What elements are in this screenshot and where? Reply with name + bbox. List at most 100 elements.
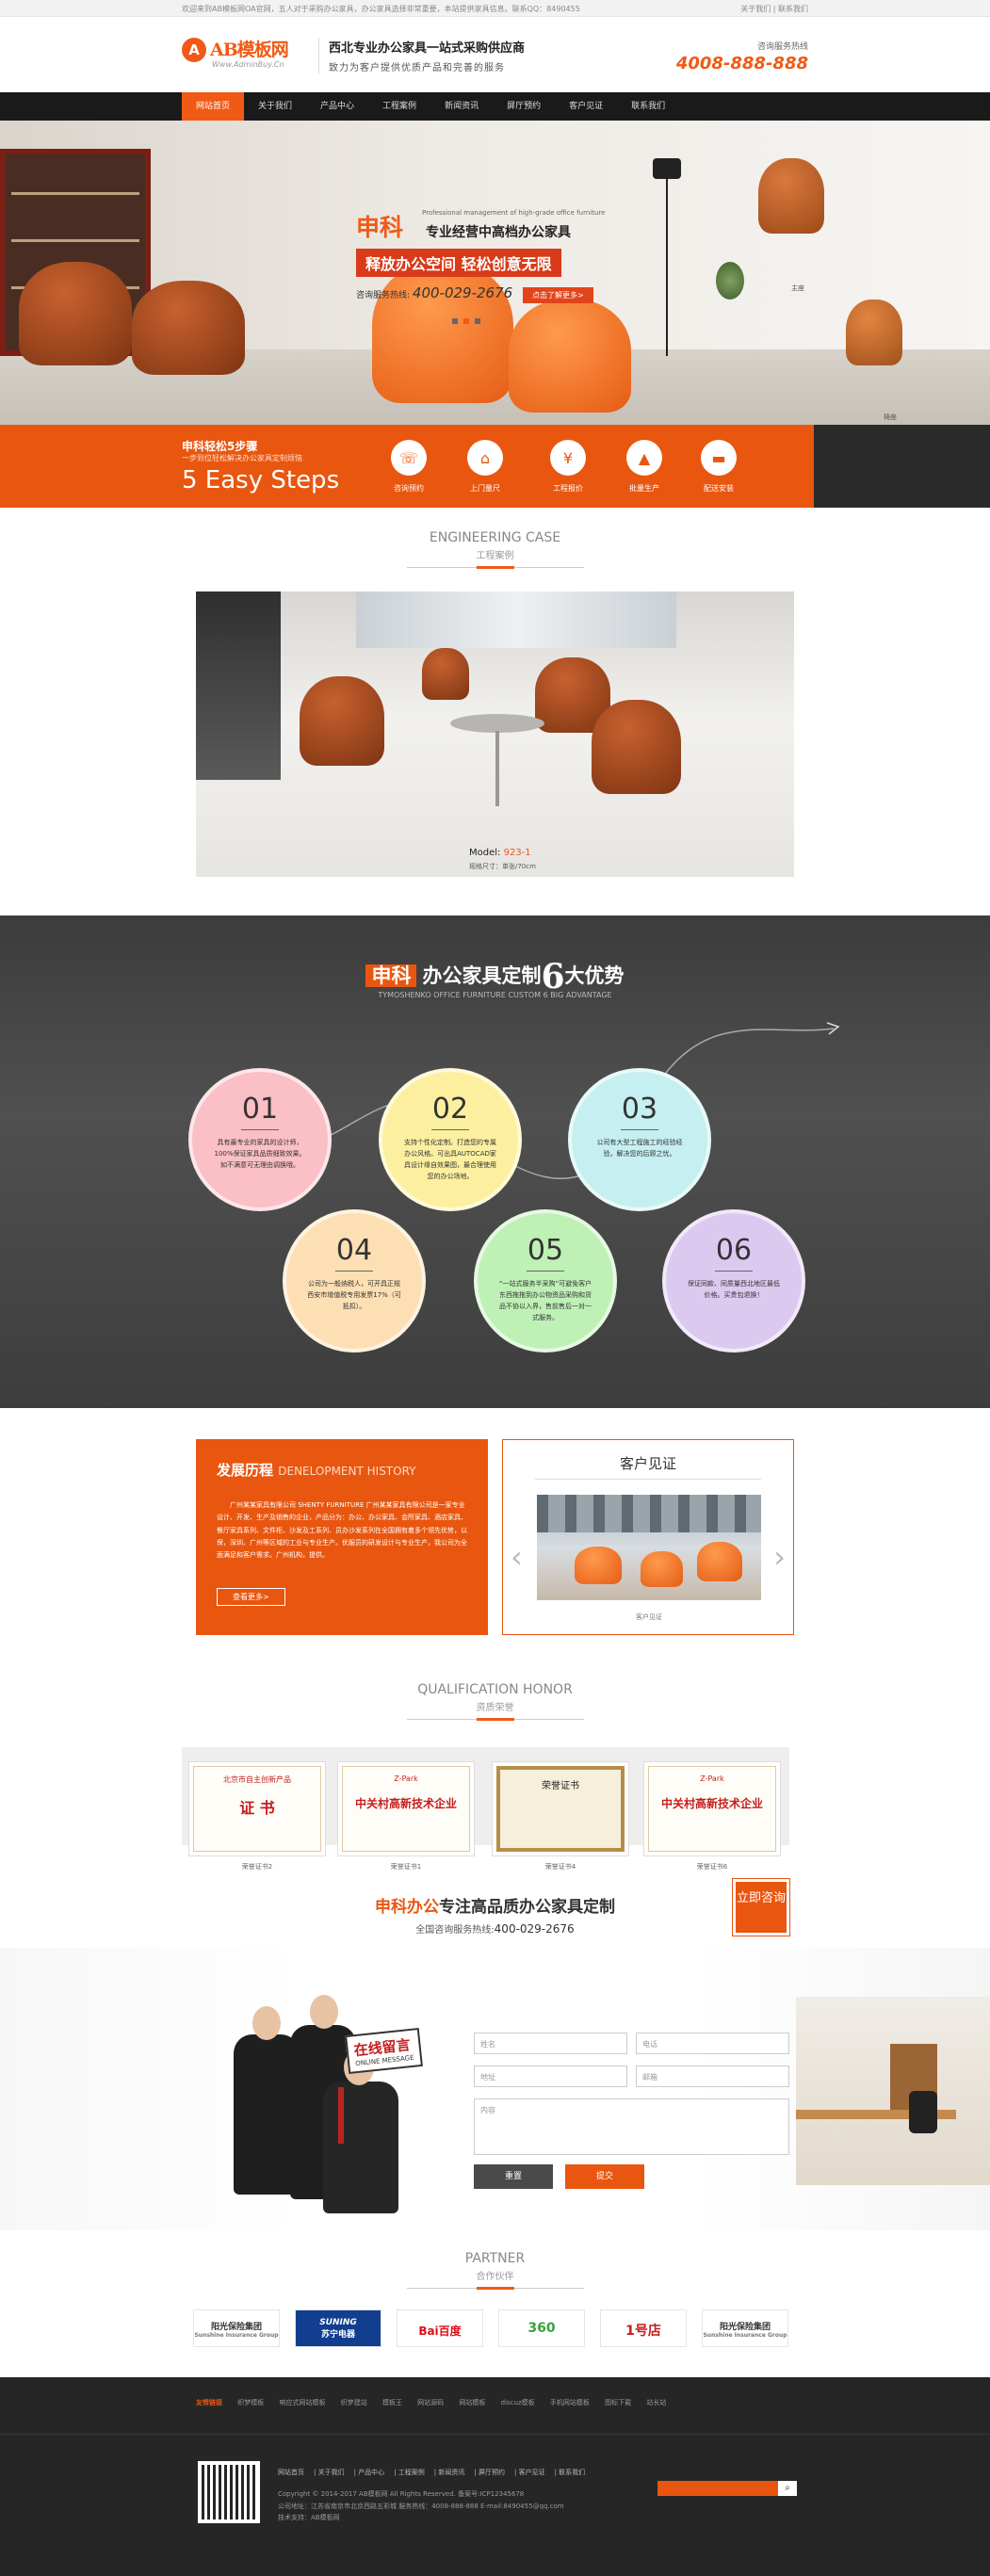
case-table-stem	[495, 731, 499, 806]
friend-link[interactable]: discuz模板	[501, 2399, 535, 2406]
friend-links: 友情链接 织梦模板 响应式网站模板 织梦建站 模板王 网站源码 网站模板 dis…	[196, 2398, 679, 2407]
step-measure[interactable]: ⌂ 上门量尺	[457, 440, 513, 494]
advantage-divider	[527, 1271, 564, 1272]
logo-badge: A	[182, 38, 206, 62]
advantage-card-04: 04 公司为一般纳税人，可开具正规西安市增值税专用发票17%（可抵扣）。	[283, 1209, 426, 1353]
partner-logo-360[interactable]: 360	[498, 2309, 585, 2347]
footer-nav: 网站首页 | 关于我们 | 产品中心 | 工程案例 | 新闻资讯 | 屏厅预约 | 客户见证…	[278, 2469, 586, 2476]
submit-button[interactable]: 提交	[565, 2164, 644, 2189]
history-panel: 发展历程 DENELOPMENT HISTORY 广州某某家具有限公司 SHEN…	[196, 1439, 488, 1635]
advantage-divider	[241, 1129, 279, 1130]
friend-link[interactable]: 图标下载	[605, 2399, 631, 2406]
slogan-main: 西北专业办公家具一站式采购供应商	[329, 41, 526, 56]
content-field[interactable]: 内容	[474, 2098, 789, 2155]
testimonial-next-arrow[interactable]: ›	[773, 1539, 786, 1575]
advantage-text: 公司为一般纳税人，可开具正规西安市增值税专用发票17%（可抵扣）。	[307, 1280, 401, 1310]
friend-links-label: 友情链接	[196, 2399, 222, 2406]
friend-link[interactable]: 手机网站模板	[550, 2399, 590, 2406]
case-chair-4	[422, 648, 469, 700]
partner-logo-name: 1号店	[625, 2324, 661, 2339]
advantage-number: 05	[527, 1234, 564, 1267]
address-field[interactable]: 地址	[474, 2066, 627, 2087]
product-chair-main	[758, 158, 824, 234]
certificate-4[interactable]: Z-Park 中关村高新技术企业	[643, 1761, 781, 1856]
email-field[interactable]: 邮箱	[636, 2066, 789, 2087]
name-field[interactable]: 姓名	[474, 2033, 627, 2054]
phone-field[interactable]: 电话	[636, 2033, 789, 2054]
partner-logo-sunshine-1[interactable]: 阳光保险集团 Sunshine Insurance Group	[193, 2309, 280, 2347]
nav-contact[interactable]: 联系我们	[617, 92, 679, 121]
message-tel: 全国咨询服务热线:400-029-2676	[0, 1921, 990, 1936]
banner-brand: 申科	[356, 214, 404, 241]
product-chair-second	[846, 300, 902, 365]
testimonial-caption: 客户见证	[636, 1613, 662, 1621]
partner-logo-suning[interactable]: SUNING 苏宁电器	[295, 2309, 381, 2347]
footer-nav-item[interactable]: 产品中心	[358, 2469, 384, 2476]
footer-nav-item[interactable]: 联系我们	[559, 2469, 585, 2476]
certificate-frame: 北京市自主创新产品 证 书	[193, 1766, 321, 1852]
step-consult[interactable]: ☏ 咨询预约	[381, 440, 437, 494]
step-produce[interactable]: ▲ 批量生产	[616, 440, 673, 494]
friend-link[interactable]: 模板王	[382, 2399, 402, 2406]
friend-link[interactable]: 响应式网站模板	[279, 2399, 325, 2406]
history-more-button[interactable]: 查看更多>	[217, 1588, 285, 1606]
footer-nav-item[interactable]: 工程案例	[398, 2469, 425, 2476]
history-title-en: DENELOPMENT HISTORY	[278, 1465, 416, 1478]
certificate-frame: Z-Park 中关村高新技术企业	[648, 1766, 776, 1852]
certificate-top: Z-Park	[394, 1774, 418, 1783]
nav-cases[interactable]: 工程案例	[368, 92, 430, 121]
friend-link[interactable]: 织梦模板	[237, 2399, 264, 2406]
step-label: 工程报价	[553, 484, 583, 493]
footer-nav-item[interactable]: 客户见证	[519, 2469, 545, 2476]
header-hotline: 咨询服务热线 4008-888-888	[676, 40, 808, 73]
nav-news[interactable]: 新闻资讯	[430, 92, 493, 121]
reset-button[interactable]: 重置	[474, 2164, 553, 2189]
five-steps-band: 申科轻松5步骤 一步到位轻松解决办公家具定制烦恼 5 Easy Steps ☏ …	[0, 425, 990, 508]
partner-logo-baidu[interactable]: Bai百度	[397, 2309, 483, 2347]
nav-home[interactable]: 网站首页	[182, 92, 245, 121]
nav-showroom[interactable]: 屏厅预约	[493, 92, 555, 121]
engineering-heading: ENGINEERING CASE 工程案例	[0, 530, 990, 569]
step-deliver[interactable]: ▬ 配送安装	[690, 440, 747, 494]
banner-caption: 申科 Professional management of high-grade…	[356, 209, 605, 303]
footer-nav-item[interactable]: 网站首页	[278, 2469, 304, 2476]
testimonial-prev-arrow[interactable]: ‹	[511, 1539, 523, 1575]
nav-testimonials[interactable]: 客户见证	[555, 92, 617, 121]
engineering-case-photo[interactable]: Model: 923-1 规格尺寸：单张/70cm	[196, 591, 794, 877]
partner-logo-yhd[interactable]: 1号店	[600, 2309, 687, 2347]
testimonial-photo[interactable]	[537, 1495, 761, 1600]
certificate-2[interactable]: Z-Park 中关村高新技术企业	[337, 1761, 475, 1856]
advantage-card-01: 01 具有最专业的家具的设计师，100%保证家具品质细致效果。如不满意可无理由调…	[188, 1068, 332, 1211]
friend-link[interactable]: 织梦建站	[341, 2399, 367, 2406]
search-icon[interactable]: ⌕	[778, 2481, 797, 2496]
steps-big-text: 5 Easy Steps	[182, 466, 340, 494]
site-footer: 友情链接 织梦模板 响应式网站模板 织梦建站 模板王 网站源码 网站模板 dis…	[0, 2377, 990, 2576]
site-logo[interactable]: A AB模板网 Www.AdminBuy.Cn	[182, 34, 297, 75]
top-links[interactable]: 关于我们 | 联系我们	[740, 4, 808, 14]
consult-now-badge[interactable]: 立即咨询	[732, 1878, 790, 1936]
friend-link[interactable]: 网站模板	[459, 2399, 485, 2406]
hero-banner[interactable]: 主座 椅座 申科 Professional management of high…	[0, 121, 990, 425]
footer-nav-item[interactable]: 新闻资讯	[438, 2469, 464, 2476]
partner-logo-name: Bai百度	[418, 2325, 462, 2338]
step-quote[interactable]: ¥ 工程报价	[540, 440, 596, 494]
certificate-3[interactable]: 荣誉证书	[492, 1761, 629, 1856]
nav-about[interactable]: 关于我们	[244, 92, 306, 121]
footer-search[interactable]: ⌕	[657, 2481, 797, 2496]
photo-pillar	[196, 591, 281, 780]
friend-link[interactable]: 网站源码	[417, 2399, 444, 2406]
step-label: 咨询预约	[394, 484, 424, 493]
nav-products[interactable]: 产品中心	[306, 92, 368, 121]
footer-nav-item[interactable]: 关于我们	[318, 2469, 345, 2476]
certificate-1[interactable]: 北京市自主创新产品 证 书	[188, 1761, 326, 1856]
partner-logo-sunshine-2[interactable]: 阳光保险集团 Sunshine Insurance Group	[702, 2309, 788, 2347]
partner-logo-name: 360	[527, 2321, 556, 2336]
certificate-top: 北京市自主创新产品	[223, 1775, 291, 1784]
case-chair-3	[592, 700, 681, 794]
pager-dot-active[interactable]	[463, 318, 469, 324]
friend-link[interactable]: 站长站	[646, 2399, 666, 2406]
pager-dot[interactable]	[452, 318, 458, 324]
footer-nav-item[interactable]: 屏厅预约	[479, 2469, 505, 2476]
pager-dot[interactable]	[475, 318, 480, 324]
banner-more-button[interactable]: 点击了解更多>	[523, 287, 593, 303]
